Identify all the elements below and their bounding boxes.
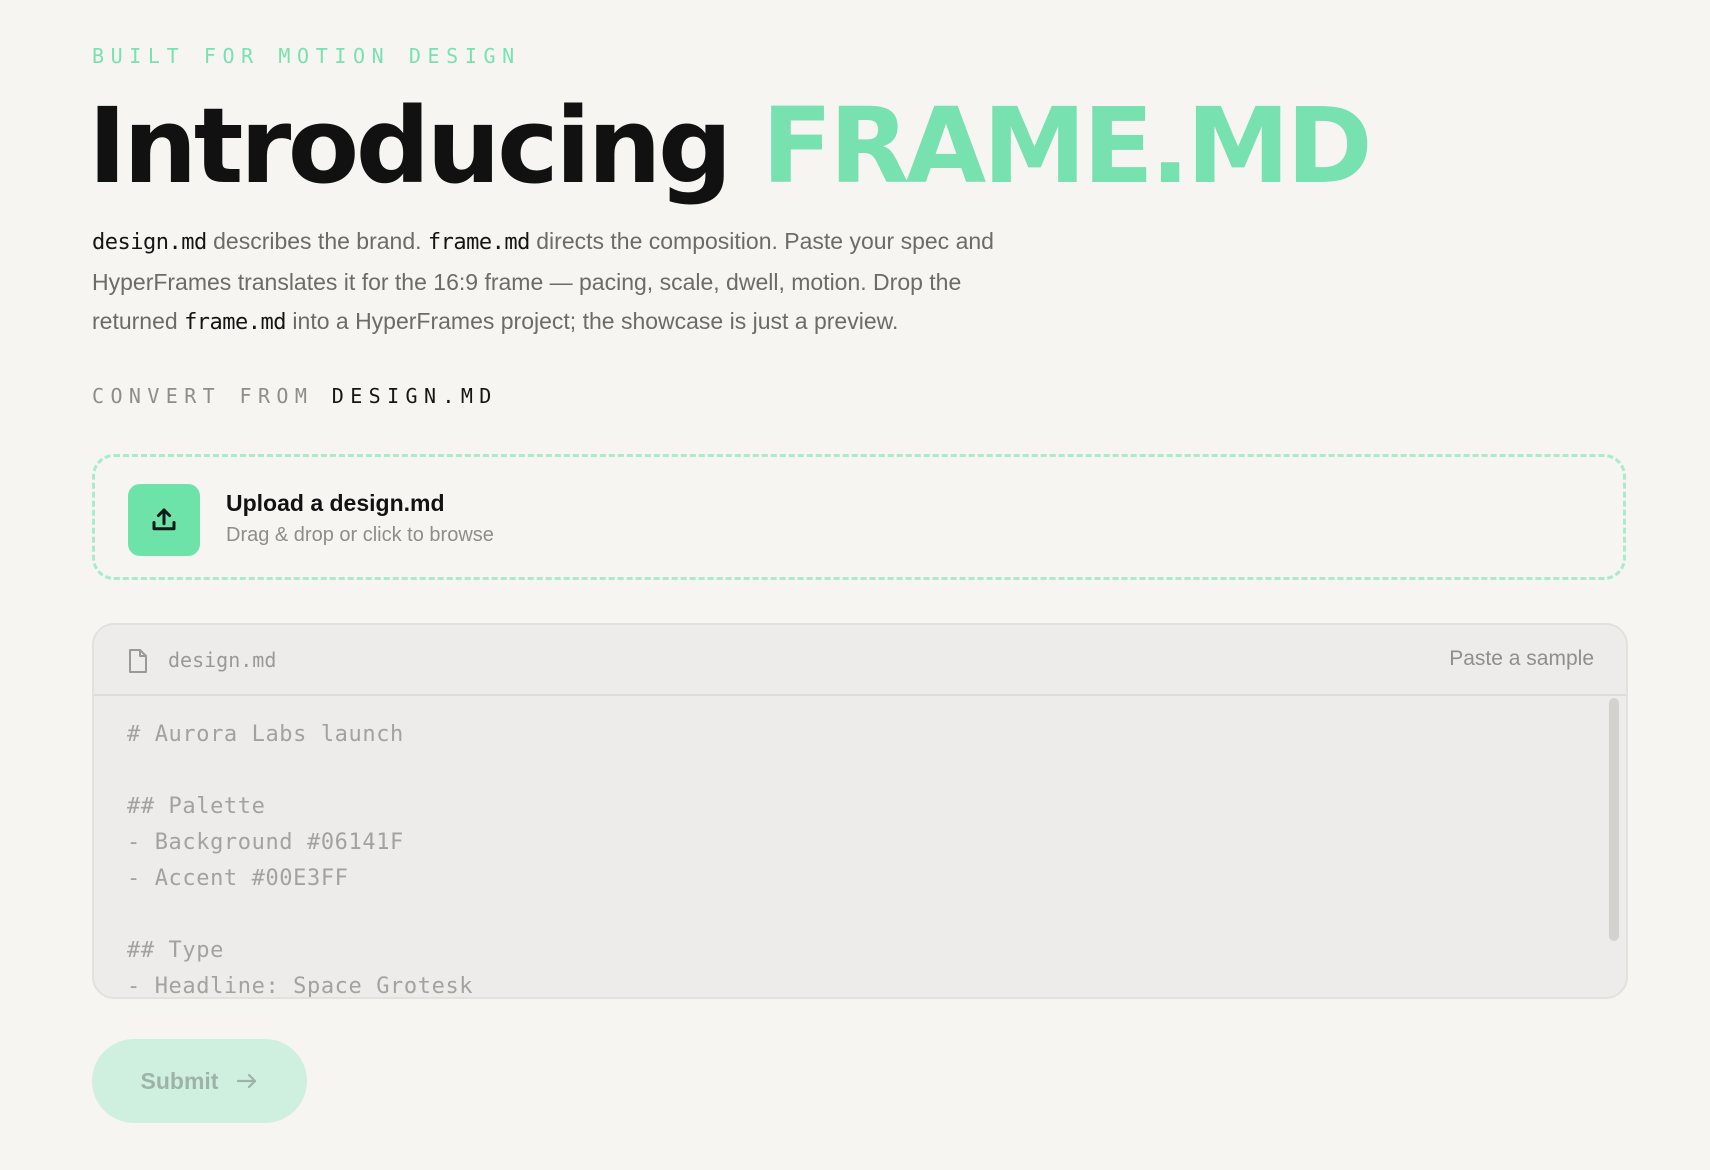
convert-label-source: DESIGN.MD (331, 384, 498, 408)
submit-label: Submit (140, 1067, 219, 1094)
inline-code-frame-md: frame.md (427, 230, 530, 255)
upload-title: Upload a design.md (226, 490, 445, 516)
upload-icon (128, 484, 200, 556)
editor-content[interactable]: # Aurora Labs launch ## Palette - Backgr… (127, 717, 473, 997)
paste-sample-button[interactable]: Paste a sample (1449, 647, 1594, 671)
upload-dropzone[interactable]: Upload a design.md Drag & drop or click … (92, 454, 1626, 580)
submit-button[interactable]: Submit (92, 1039, 307, 1123)
design-md-editor: design.md Paste a sample # Aurora Labs l… (92, 623, 1628, 999)
page-title: Introducing FRAME.MD (88, 85, 1373, 207)
description-text-1: describes the brand. (206, 228, 428, 254)
editor-textarea[interactable]: # Aurora Labs launch ## Palette - Backgr… (94, 696, 1626, 997)
editor-scrollbar[interactable] (1609, 698, 1619, 941)
convert-section-label: CONVERT FROM DESIGN.MD (92, 384, 498, 408)
document-icon (129, 649, 147, 673)
editor-header: design.md Paste a sample (94, 625, 1626, 696)
editor-file-name: design.md (168, 648, 277, 672)
description-text-3: into a HyperFrames project; the showcase… (286, 308, 899, 334)
inline-code-design-md: design.md (92, 230, 207, 255)
upload-subtitle: Drag & drop or click to browse (226, 524, 494, 546)
headline-accent: FRAME.MD (761, 85, 1373, 207)
arrow-right-icon (237, 1073, 257, 1089)
inline-code-frame-md-2: frame.md (184, 310, 287, 335)
eyebrow-label: BUILT FOR MOTION DESIGN (92, 44, 521, 68)
convert-label-prefix: CONVERT FROM (92, 384, 314, 408)
intro-description: design.md describes the brand. frame.md … (92, 222, 1022, 343)
headline-prefix: Introducing (88, 85, 732, 207)
